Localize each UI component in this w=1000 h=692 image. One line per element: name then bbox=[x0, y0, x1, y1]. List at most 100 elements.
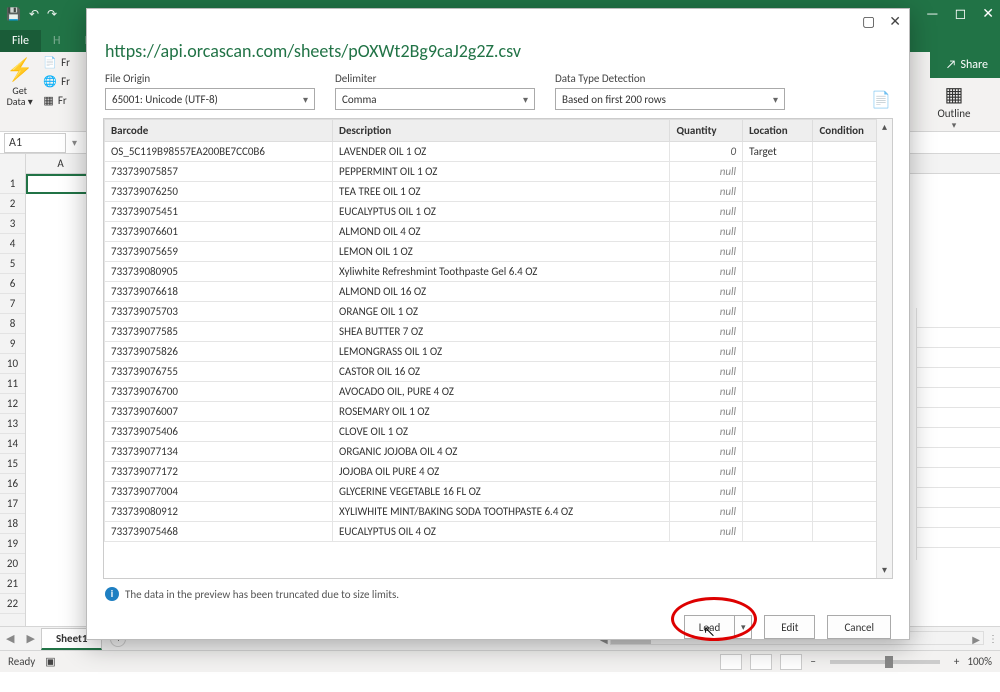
sheet-split-handle[interactable]: ⋮ bbox=[988, 632, 998, 645]
from-source-2[interactable]: 🌐Fr bbox=[43, 75, 70, 88]
table-row[interactable]: 733739076755CASTOR OIL 16 OZnull bbox=[105, 362, 892, 382]
table-row[interactable]: 733739075703ORANGE OIL 1 OZnull bbox=[105, 302, 892, 322]
cell-barcode: 733739075703 bbox=[105, 302, 333, 322]
delimiter-combo[interactable]: Comma ▾ bbox=[335, 88, 535, 110]
col-description[interactable]: Description bbox=[333, 120, 670, 142]
zoom-slider-thumb[interactable] bbox=[885, 656, 893, 668]
row-7[interactable]: 7 bbox=[0, 294, 25, 314]
zoom-level[interactable]: 100% bbox=[967, 655, 992, 668]
table-row[interactable]: 733739077172JOJOBA OIL PURE 4 OZnull bbox=[105, 462, 892, 482]
maximize-icon[interactable]: ◻ bbox=[955, 7, 967, 21]
table-row[interactable]: 733739076700AVOCADO OIL, PURE 4 OZnull bbox=[105, 382, 892, 402]
load-dropdown-icon[interactable]: ▾ bbox=[735, 622, 751, 633]
table-row[interactable]: 733739075659LEMON OIL 1 OZnull bbox=[105, 242, 892, 262]
tab-partial-h[interactable]: H bbox=[41, 30, 72, 52]
dialog-close-icon[interactable]: ✕ bbox=[889, 13, 901, 30]
row-21[interactable]: 21 bbox=[0, 574, 25, 594]
preview-scrollbar[interactable]: ▴ ▾ bbox=[876, 119, 892, 578]
row-1[interactable]: 1 bbox=[0, 174, 25, 194]
view-pagelayout-button[interactable] bbox=[750, 654, 772, 670]
name-box[interactable]: A1 bbox=[4, 133, 66, 153]
table-row[interactable]: 733739080905Xyliwhite Refreshmint Toothp… bbox=[105, 262, 892, 282]
row-13[interactable]: 13 bbox=[0, 414, 25, 434]
dialog-maximize-icon[interactable]: ▢ bbox=[862, 13, 875, 30]
zoom-out-icon[interactable]: − bbox=[810, 655, 815, 668]
row-5[interactable]: 5 bbox=[0, 254, 25, 274]
table-row[interactable]: 733739076618ALMOND OIL 16 OZnull bbox=[105, 282, 892, 302]
minimize-icon[interactable]: — bbox=[926, 7, 939, 21]
table-row[interactable]: 733739075468EUCALYPTUS OIL 4 OZnull bbox=[105, 522, 892, 542]
zoom-in-icon[interactable]: + bbox=[954, 655, 959, 668]
table-row[interactable]: 733739080912XYLIWHITE MINT/BAKING SODA T… bbox=[105, 502, 892, 522]
cell-barcode: 733739080905 bbox=[105, 262, 333, 282]
col-location[interactable]: Location bbox=[743, 120, 813, 142]
table-row[interactable]: 733739076250TEA TREE OIL 1 OZnull bbox=[105, 182, 892, 202]
row-15[interactable]: 15 bbox=[0, 454, 25, 474]
file-origin-combo[interactable]: 65001: Unicode (UTF-8) ▾ bbox=[105, 88, 315, 110]
row-headers[interactable]: 1 2 3 4 5 6 7 8 9 10 11 12 13 14 15 16 1… bbox=[0, 154, 26, 626]
load-button[interactable]: Load ▾ bbox=[684, 615, 752, 639]
cell-barcode: 733739076250 bbox=[105, 182, 333, 202]
table-row[interactable]: 733739076601ALMOND OIL 4 OZnull bbox=[105, 222, 892, 242]
table-row[interactable]: 733739075857PEPPERMINT OIL 1 OZnull bbox=[105, 162, 892, 182]
hscroll-right-icon[interactable]: ▶ bbox=[972, 633, 980, 646]
edit-button[interactable]: Edit bbox=[764, 615, 815, 639]
row-22[interactable]: 22 bbox=[0, 594, 25, 614]
row-4[interactable]: 4 bbox=[0, 234, 25, 254]
col-barcode[interactable]: Barcode bbox=[105, 120, 333, 142]
redo-icon[interactable]: ↷ bbox=[47, 7, 57, 22]
save-icon[interactable]: 💾 bbox=[6, 7, 21, 22]
row-10[interactable]: 10 bbox=[0, 354, 25, 374]
from-label-2: Fr bbox=[61, 75, 70, 88]
table-row[interactable]: 733739075826LEMONGRASS OIL 1 OZnull bbox=[105, 342, 892, 362]
table-row[interactable]: OS_5C119B98557EA200BE7CC0B6LAVENDER OIL … bbox=[105, 142, 892, 162]
row-9[interactable]: 9 bbox=[0, 334, 25, 354]
row-2[interactable]: 2 bbox=[0, 194, 25, 214]
row-3[interactable]: 3 bbox=[0, 214, 25, 234]
macro-record-icon[interactable]: ▣ bbox=[45, 655, 55, 668]
row-12[interactable]: 12 bbox=[0, 394, 25, 414]
view-normal-button[interactable] bbox=[720, 654, 742, 670]
outline-group[interactable]: ▦ Outline ▾ bbox=[924, 82, 984, 131]
settings-icon[interactable]: 📄 bbox=[871, 90, 891, 110]
scroll-down-icon[interactable]: ▾ bbox=[877, 562, 892, 578]
cell-quantity: null bbox=[670, 402, 743, 422]
row-20[interactable]: 20 bbox=[0, 554, 25, 574]
table-row[interactable]: 733739077585SHEA BUTTER 7 OZnull bbox=[105, 322, 892, 342]
row-14[interactable]: 14 bbox=[0, 434, 25, 454]
tab-file[interactable]: File bbox=[0, 30, 41, 52]
cancel-button[interactable]: Cancel bbox=[827, 615, 891, 639]
row-11[interactable]: 11 bbox=[0, 374, 25, 394]
row-16[interactable]: 16 bbox=[0, 474, 25, 494]
chevron-down-icon: ▾ bbox=[303, 93, 308, 106]
cell-location bbox=[743, 502, 813, 522]
namebox-dropdown-icon[interactable]: ▾ bbox=[72, 136, 77, 149]
sheet-nav-next-icon[interactable]: ▶ bbox=[20, 632, 40, 645]
row-18[interactable]: 18 bbox=[0, 514, 25, 534]
cell-quantity: null bbox=[670, 482, 743, 502]
from-source-1[interactable]: 📄Fr bbox=[43, 56, 70, 69]
get-data-button[interactable]: ⚡ GetData ▾ bbox=[6, 56, 33, 107]
sheet-nav-prev-icon[interactable]: ◀ bbox=[0, 632, 20, 645]
table-row[interactable]: 733739076007ROSEMARY OIL 1 OZnull bbox=[105, 402, 892, 422]
row-17[interactable]: 17 bbox=[0, 494, 25, 514]
from-source-3[interactable]: ▦Fr bbox=[43, 94, 66, 107]
table-row[interactable]: 733739077134ORGANIC JOJOBA OIL 4 OZnull bbox=[105, 442, 892, 462]
table-row[interactable]: 733739075451EUCALYPTUS OIL 1 OZnull bbox=[105, 202, 892, 222]
cell-barcode: 733739077004 bbox=[105, 482, 333, 502]
undo-icon[interactable]: ↶ bbox=[29, 7, 39, 22]
col-quantity[interactable]: Quantity bbox=[670, 120, 743, 142]
table-row[interactable]: 733739077004GLYCERINE VEGETABLE 16 FL OZ… bbox=[105, 482, 892, 502]
scroll-up-icon[interactable]: ▴ bbox=[877, 119, 892, 135]
cell-description: ROSEMARY OIL 1 OZ bbox=[333, 402, 670, 422]
detection-combo[interactable]: Based on first 200 rows ▾ bbox=[555, 88, 785, 110]
row-8[interactable]: 8 bbox=[0, 314, 25, 334]
zoom-slider[interactable] bbox=[830, 660, 940, 664]
table-row[interactable]: 733739075406CLOVE OIL 1 OZnull bbox=[105, 422, 892, 442]
row-6[interactable]: 6 bbox=[0, 274, 25, 294]
row-19[interactable]: 19 bbox=[0, 534, 25, 554]
close-icon[interactable]: ✕ bbox=[982, 7, 994, 21]
view-pagebreak-button[interactable] bbox=[780, 654, 802, 670]
share-button[interactable]: ↗ Share bbox=[940, 56, 994, 74]
table-icon: ▦ bbox=[43, 94, 53, 107]
